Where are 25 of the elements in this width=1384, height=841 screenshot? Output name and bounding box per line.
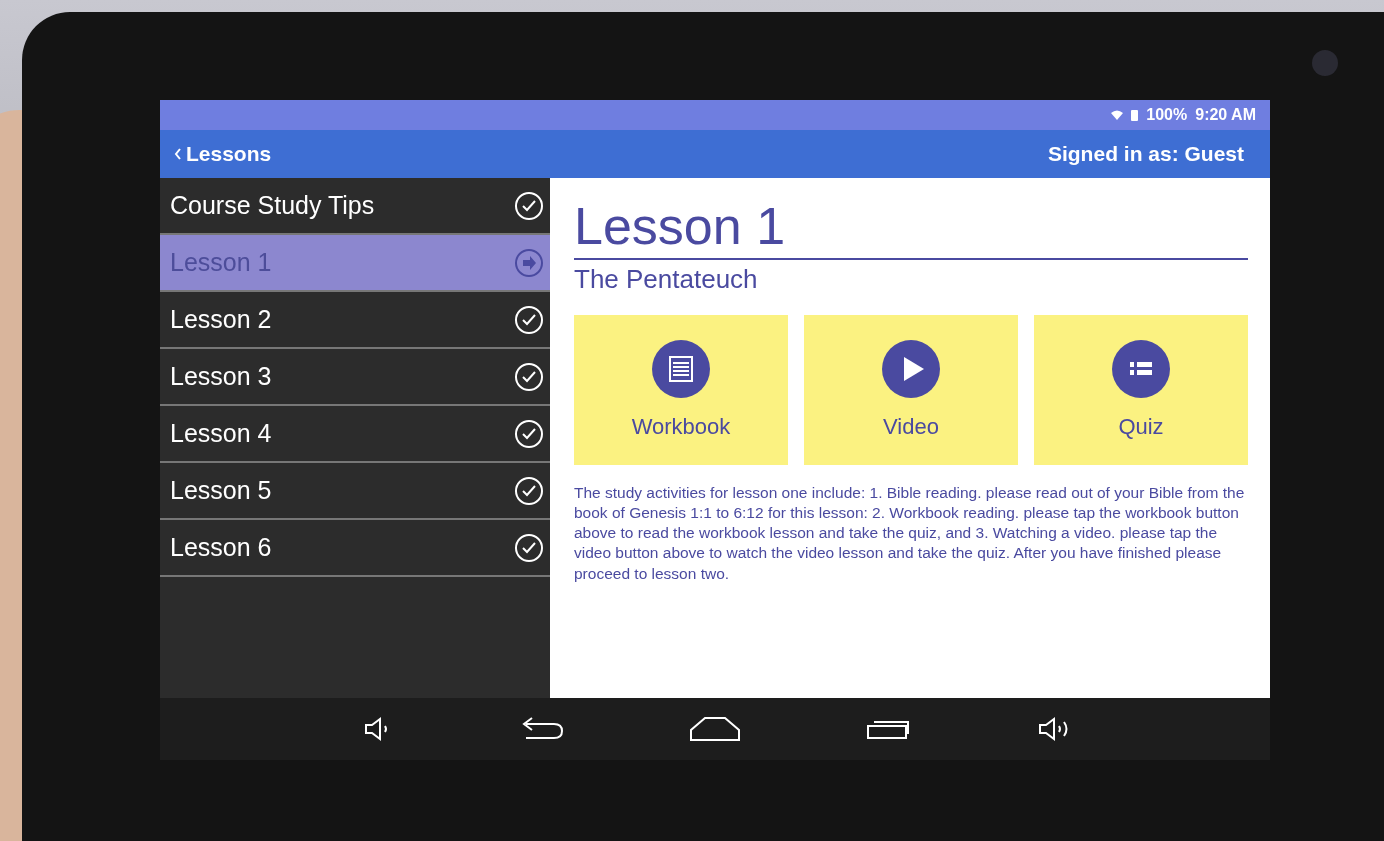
lesson-title: Lesson 1 xyxy=(574,196,787,256)
signed-in-label: Signed in as: Guest xyxy=(1047,142,1244,166)
wifi-icon xyxy=(1111,110,1124,120)
arrow-circle-icon xyxy=(514,247,544,278)
document-icon xyxy=(652,340,710,398)
camera-icon xyxy=(1312,50,1338,76)
list-icon xyxy=(1112,340,1170,398)
home-icon[interactable] xyxy=(688,716,741,742)
check-circle-icon xyxy=(514,418,544,449)
chevron-left-icon xyxy=(174,148,182,160)
activity-tile[interactable]: Quiz xyxy=(1034,315,1248,465)
check-circle-icon xyxy=(514,304,544,335)
activity-tile[interactable]: Workbook xyxy=(574,315,788,465)
clock: 9:20 AM xyxy=(1195,106,1256,124)
check-circle-icon xyxy=(514,361,544,392)
lesson-subtitle: The Pentateuch xyxy=(574,264,759,295)
back-button[interactable]: Lessons xyxy=(174,142,272,166)
play-icon xyxy=(882,340,940,398)
check-circle-icon xyxy=(514,190,544,221)
battery-icon xyxy=(1131,109,1139,121)
check-circle-icon xyxy=(514,532,544,563)
check-circle-icon xyxy=(514,475,544,506)
activity-tile[interactable]: Video xyxy=(804,315,1018,465)
lesson-description: The study activities for lesson one include: 1. Bible reading. please read out of your Bible from the book of Genesis 1:1 to 6:12 for this lesson: 2. Workbook reading. please tap the workbook button above to read the workbook lesson and take the quiz, and 3. Watching a video. please tap the video button above to watch the video lesson and take the quiz. After you have finished please proceed to lesson two. xyxy=(574,483,1246,584)
battery-level: 100% xyxy=(1146,106,1188,124)
